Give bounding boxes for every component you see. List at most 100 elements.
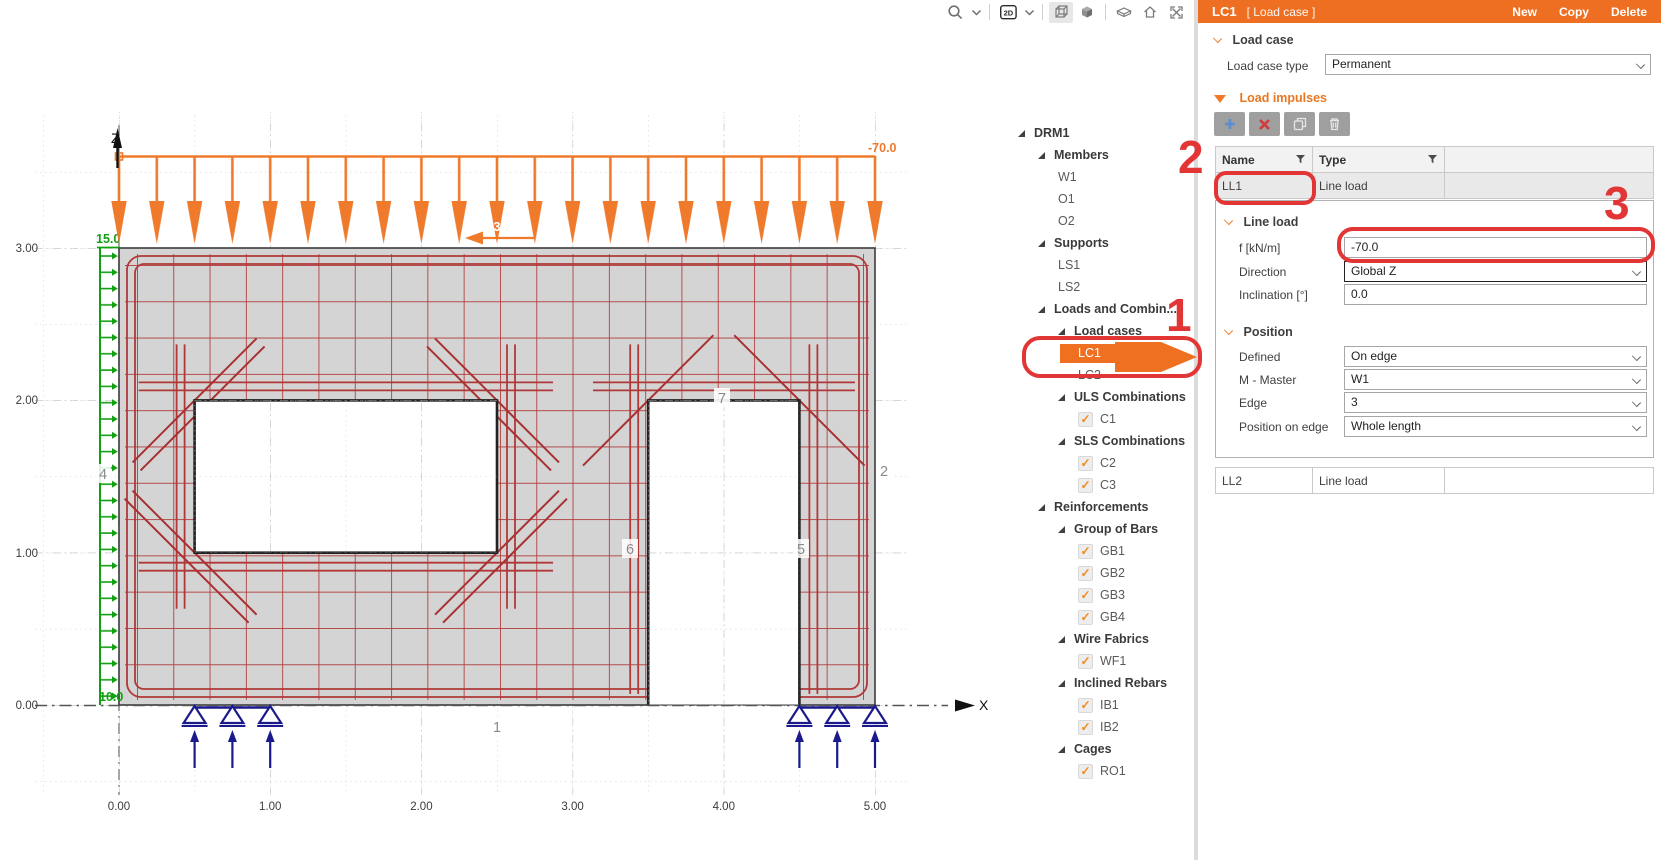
tree-item-inclined-rebars[interactable]: Inclined Rebars — [1012, 672, 1194, 694]
solid-view-button[interactable] — [1075, 2, 1099, 23]
section-view-button[interactable] — [1112, 2, 1136, 23]
expand-triangle-icon[interactable] — [1058, 745, 1065, 753]
table-header-name[interactable]: Name — [1215, 146, 1313, 173]
table-row-ll1-type[interactable]: Line load — [1312, 172, 1445, 199]
tree-item-gb2[interactable]: ✓ GB2 — [1012, 562, 1194, 584]
add-impulse-button[interactable] — [1214, 112, 1245, 136]
tree-item-supports[interactable]: Supports — [1012, 232, 1194, 254]
tree-item-c3[interactable]: ✓ C3 — [1012, 474, 1194, 496]
filter-funnel-icon[interactable] — [1428, 154, 1438, 165]
tree-item-load-cases[interactable]: Load cases — [1012, 320, 1194, 342]
checkbox-checked-icon[interactable]: ✓ — [1078, 697, 1093, 713]
tree-item-ro1[interactable]: ✓ RO1 — [1012, 760, 1194, 782]
tree-item-label: Supports — [1054, 236, 1109, 250]
expand-triangle-icon[interactable] — [1018, 129, 1025, 137]
expand-triangle-icon[interactable] — [1038, 151, 1045, 159]
tree-item-cages[interactable]: Cages — [1012, 738, 1194, 760]
tree-item-label: DRM1 — [1034, 126, 1070, 140]
checkbox-checked-icon[interactable]: ✓ — [1078, 565, 1093, 581]
inclination-input[interactable]: 0.0 — [1344, 284, 1647, 305]
chevron-down-icon — [1631, 421, 1642, 432]
delete-impulse-button[interactable] — [1319, 112, 1350, 136]
expand-triangle-icon[interactable] — [1058, 393, 1065, 401]
table-row-ll2-type[interactable]: Line load — [1312, 467, 1445, 494]
tree-item-lc1[interactable]: LC1 — [1012, 342, 1194, 364]
inclination-label: Inclination [°] — [1239, 288, 1308, 302]
expand-triangle-icon[interactable] — [1038, 305, 1045, 313]
tree-item-o2[interactable]: O2 — [1012, 210, 1194, 232]
home-view-button[interactable] — [1138, 2, 1162, 23]
tree-item-gb1[interactable]: ✓ GB1 — [1012, 540, 1194, 562]
tree-item-drm1[interactable]: DRM1 — [1012, 122, 1194, 144]
zoom-dropdown-button[interactable] — [969, 2, 983, 23]
checkbox-checked-icon[interactable]: ✓ — [1078, 763, 1093, 779]
delete-button[interactable]: Delete — [1611, 5, 1647, 19]
load-case-type-select[interactable]: Permanent — [1325, 54, 1651, 75]
tree-item-members[interactable]: Members — [1012, 144, 1194, 166]
filter-funnel-icon[interactable] — [1296, 154, 1306, 165]
load-impulses-section-header[interactable]: Load impulses — [1214, 91, 1327, 105]
tree-item-ls2[interactable]: LS2 — [1012, 276, 1194, 298]
load-case-section-header[interactable]: Load case — [1212, 33, 1294, 47]
tree-item-wf1[interactable]: ✓ WF1 — [1012, 650, 1194, 672]
checkbox-checked-icon[interactable]: ✓ — [1078, 719, 1093, 735]
zoom-search-button[interactable] — [943, 2, 967, 23]
tree-item-ib1[interactable]: ✓ IB1 — [1012, 694, 1194, 716]
tree-item-w1[interactable]: W1 — [1012, 166, 1194, 188]
checkbox-checked-icon[interactable]: ✓ — [1078, 543, 1093, 559]
fit-view-button[interactable] — [1164, 2, 1188, 23]
table-row-ll2-spacer[interactable] — [1444, 467, 1654, 494]
line-load-ll1[interactable]: -70.0 3 — [108, 141, 897, 247]
edge-select[interactable]: 3 — [1344, 392, 1647, 413]
wireframe-view-button[interactable] — [1049, 1, 1073, 23]
tree-item-sls-combinations[interactable]: SLS Combinations — [1012, 430, 1194, 452]
expand-triangle-icon[interactable] — [1038, 503, 1045, 511]
position-on-edge-select[interactable]: Whole length — [1344, 416, 1647, 437]
line-load-section-header[interactable]: Line load — [1223, 215, 1298, 229]
expand-triangle-icon[interactable] — [1058, 437, 1065, 445]
tree-item-wire-fabrics[interactable]: Wire Fabrics — [1012, 628, 1194, 650]
checkbox-checked-icon[interactable]: ✓ — [1078, 477, 1093, 493]
direction-label: Direction — [1239, 265, 1287, 279]
tree-item-gb4[interactable]: ✓ GB4 — [1012, 606, 1194, 628]
remove-impulse-button[interactable] — [1249, 112, 1280, 136]
tree-item-label: Members — [1054, 148, 1109, 162]
expand-triangle-icon[interactable] — [1038, 239, 1045, 247]
chevron-down-icon — [1631, 397, 1642, 408]
position-section-header[interactable]: Position — [1223, 325, 1293, 339]
master-select[interactable]: W1 — [1344, 369, 1647, 390]
view-mode-dropdown-button[interactable] — [1022, 2, 1036, 23]
tree-item-gb3[interactable]: ✓ GB3 — [1012, 584, 1194, 606]
expand-triangle-icon[interactable] — [1058, 635, 1065, 643]
new-button[interactable]: New — [1512, 5, 1537, 19]
checkbox-checked-icon[interactable]: ✓ — [1078, 411, 1093, 427]
tree-item-c2[interactable]: ✓ C2 — [1012, 452, 1194, 474]
table-row-ll1-spacer[interactable] — [1444, 172, 1654, 199]
tree-item-ls1[interactable]: LS1 — [1012, 254, 1194, 276]
copy-button[interactable]: Copy — [1559, 5, 1589, 19]
tree-item-o1[interactable]: O1 — [1012, 188, 1194, 210]
expand-triangle-icon[interactable] — [1058, 525, 1065, 533]
table-header-type[interactable]: Type — [1312, 146, 1445, 173]
view-2d-button[interactable]: 2D — [996, 2, 1020, 23]
checkbox-checked-icon[interactable]: ✓ — [1078, 587, 1093, 603]
copy-impulse-button[interactable] — [1284, 112, 1315, 136]
tree-item-c1[interactable]: ✓ C1 — [1012, 408, 1194, 430]
direction-select[interactable]: Global Z — [1344, 261, 1647, 282]
tree-item-uls-combinations[interactable]: ULS Combinations — [1012, 386, 1194, 408]
expand-triangle-icon[interactable] — [1058, 679, 1065, 687]
table-row-ll1-name[interactable]: LL1 — [1215, 172, 1313, 199]
table-row-ll2-name[interactable]: LL2 — [1215, 467, 1313, 494]
tree-item-loads-and-combin[interactable]: Loads and Combin... — [1012, 298, 1194, 320]
tree-item-group-of-bars[interactable]: Group of Bars — [1012, 518, 1194, 540]
svg-text:3.00: 3.00 — [16, 243, 38, 255]
tree-item-lc2[interactable]: LC2 — [1012, 364, 1194, 386]
f-input[interactable]: -70.0 — [1344, 237, 1647, 258]
checkbox-checked-icon[interactable]: ✓ — [1078, 609, 1093, 625]
checkbox-checked-icon[interactable]: ✓ — [1078, 653, 1093, 669]
tree-item-ib2[interactable]: ✓ IB2 — [1012, 716, 1194, 738]
defined-select[interactable]: On edge — [1344, 346, 1647, 367]
checkbox-checked-icon[interactable]: ✓ — [1078, 455, 1093, 471]
tree-item-reinforcements[interactable]: Reinforcements — [1012, 496, 1194, 518]
expand-triangle-icon[interactable] — [1058, 327, 1065, 335]
